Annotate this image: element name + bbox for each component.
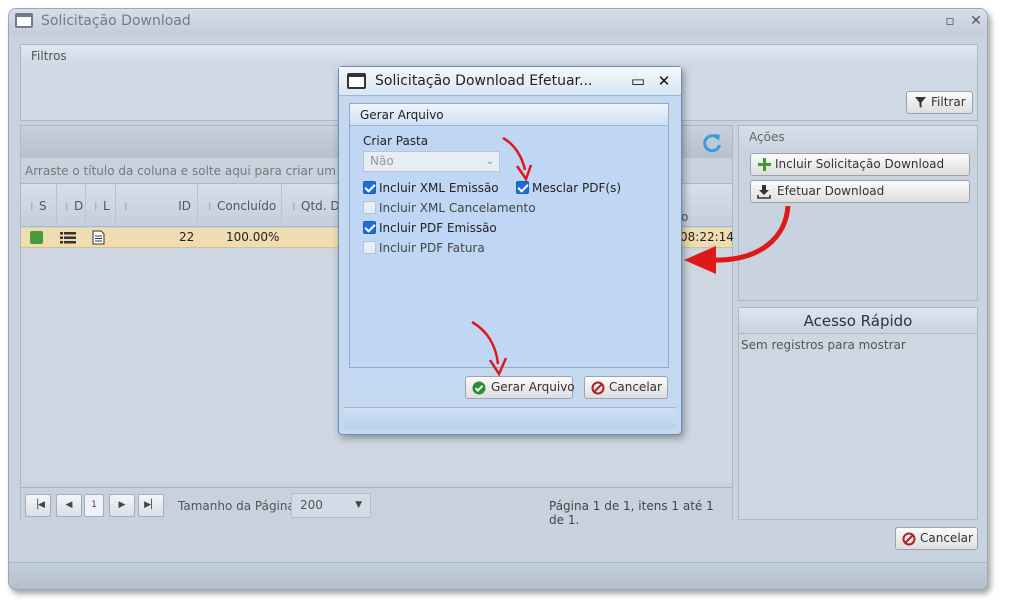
criar-pasta-label: Criar Pasta — [363, 134, 429, 148]
page-size-label: Tamanho da Página — [178, 499, 295, 513]
filter-button[interactable]: Filtrar — [906, 91, 973, 114]
download-button-label: Efetuar Download — [777, 184, 885, 198]
dialog-maximize-icon[interactable]: ▭ — [629, 72, 647, 90]
checkbox-box[interactable] — [363, 201, 376, 214]
dialog-titlebar: Solicitação Download Efetuar... ▭ ✕ — [339, 67, 681, 96]
cancel-icon — [591, 381, 605, 395]
checkbox-box[interactable] — [363, 181, 376, 194]
include-button-label: Incluir Solicitação Download — [775, 157, 945, 171]
quick-access-header: Acesso Rápido — [739, 308, 977, 334]
refresh-icon[interactable] — [701, 132, 723, 154]
column-header-concluido[interactable]: ⁞ Concluído — [198, 184, 282, 228]
document-icon[interactable] — [92, 230, 105, 245]
chevron-down-icon: ⌄ — [485, 156, 494, 167]
list-icon[interactable] — [60, 231, 76, 244]
prev-page-button[interactable]: ◀ — [56, 494, 82, 517]
column-header-id[interactable]: ⁞ ID — [116, 184, 198, 228]
row-id: 22 — [179, 230, 195, 244]
filters-header: Filtros — [21, 45, 977, 67]
criar-pasta-value: Não — [370, 154, 394, 168]
checkbox-mesclar-pdf[interactable]: Mesclar PDF(s) — [516, 181, 621, 195]
dialog-cancel-label: Cancelar — [609, 380, 662, 394]
cancel-button[interactable]: Cancelar — [895, 527, 978, 550]
cancel-button-label: Cancelar — [920, 531, 973, 545]
row-time: 08:22:14 — [680, 230, 734, 244]
panel-header: Gerar Arquivo — [350, 104, 668, 126]
check-circle-icon — [472, 381, 486, 395]
download-dialog: Solicitação Download Efetuar... ▭ ✕ Gera… — [338, 66, 682, 435]
dialog-cancel-button[interactable]: Cancelar — [584, 376, 668, 399]
quick-access-empty: Sem registros para mostrar — [741, 338, 906, 352]
checkbox-box[interactable] — [363, 241, 376, 254]
dialog-footer — [344, 407, 676, 429]
column-header-partial: o — [681, 210, 689, 224]
gerar-arquivo-label: Gerar Arquivo — [491, 380, 575, 394]
grid-pager: ▕◀ ◀ 1 ▶ ▶▏ Tamanho da Página 200 ▼ Pági… — [21, 487, 732, 527]
dialog-title: Solicitação Download Efetuar... — [375, 73, 593, 89]
close-icon[interactable]: ✕ — [967, 12, 985, 30]
gerar-arquivo-button[interactable]: Gerar Arquivo — [465, 376, 575, 399]
first-page-button[interactable]: ▕◀ — [25, 494, 51, 517]
checkbox-incluir-xml-emissao[interactable]: Incluir XML Emissão — [363, 181, 499, 195]
dialog-close-icon[interactable]: ✕ — [655, 72, 673, 90]
actions-panel: Ações Incluir Solicitação Download Efetu… — [738, 125, 978, 301]
page-number[interactable]: 1 — [84, 494, 104, 517]
criar-pasta-select[interactable]: Não ⌄ — [363, 151, 500, 172]
actions-header: Ações — [739, 126, 977, 148]
column-header-l[interactable]: ⁞ L — [86, 184, 116, 228]
last-page-button[interactable]: ▶▏ — [138, 494, 164, 517]
efetuar-download-button[interactable]: Efetuar Download — [750, 180, 970, 203]
quick-access-panel: Acesso Rápido Sem registros para mostrar — [738, 307, 978, 520]
next-page-button[interactable]: ▶ — [109, 494, 135, 517]
checkbox-incluir-pdf-fatura[interactable]: Incluir PDF Fatura — [363, 241, 485, 255]
window-title: Solicitação Download — [41, 13, 191, 29]
page-size-select[interactable]: 200 ▼ — [291, 493, 371, 518]
chevron-down-icon: ▼ — [355, 500, 362, 510]
include-request-button[interactable]: Incluir Solicitação Download — [750, 153, 970, 176]
download-icon — [757, 185, 771, 199]
status-icon — [30, 231, 43, 244]
pager-summary: Página 1 de 1, itens 1 até 1 de 1. — [549, 499, 714, 527]
cancel-icon — [902, 532, 916, 546]
row-concluido: 100.00% — [226, 230, 280, 244]
window-titlebar: Solicitação Download ▫ ✕ — [9, 9, 987, 35]
checkbox-incluir-pdf-emissao[interactable]: Incluir PDF Emissão — [363, 221, 497, 235]
group-hint: Arraste o título da coluna e solte aqui … — [25, 164, 375, 178]
maximize-icon[interactable]: ▫ — [941, 12, 959, 30]
checkbox-incluir-xml-cancelamento[interactable]: Incluir XML Cancelamento — [363, 201, 536, 215]
checkbox-box[interactable] — [363, 221, 376, 234]
checkbox-box[interactable] — [516, 181, 529, 194]
funnel-icon — [913, 96, 927, 110]
column-header-d[interactable]: ⁞ D — [57, 184, 86, 228]
gerar-arquivo-panel: Gerar Arquivo Criar Pasta Não ⌄ Incluir … — [349, 103, 669, 368]
dialog-window-icon — [347, 73, 366, 89]
filter-button-label: Filtrar — [931, 95, 966, 109]
window-icon — [15, 13, 33, 28]
column-header-s[interactable]: ⁞ S — [21, 184, 57, 228]
status-bar — [9, 562, 987, 589]
plus-icon — [757, 158, 771, 172]
